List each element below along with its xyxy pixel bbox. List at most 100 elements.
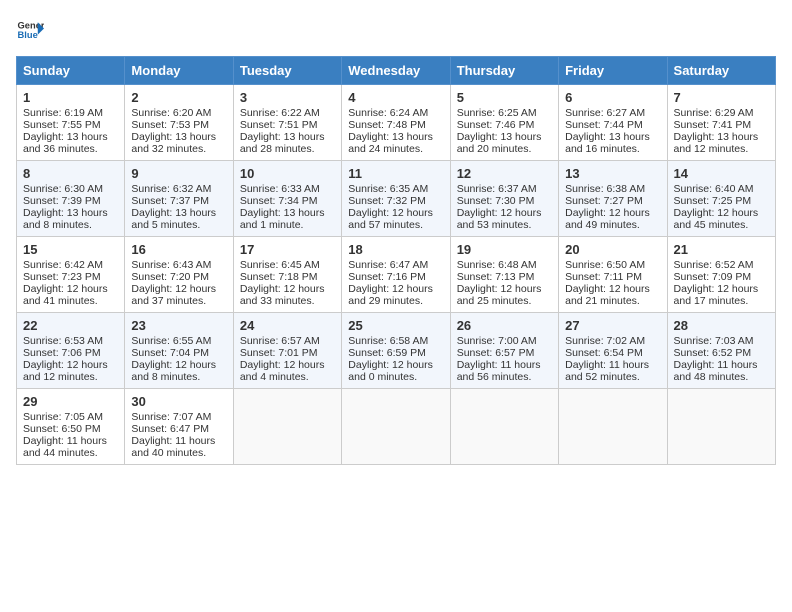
day-number: 7 bbox=[674, 90, 769, 105]
cell-text: and 0 minutes. bbox=[348, 371, 443, 383]
cell-text: and 56 minutes. bbox=[457, 371, 552, 383]
calendar-cell: 13Sunrise: 6:38 AMSunset: 7:27 PMDayligh… bbox=[559, 161, 667, 237]
cell-text: Daylight: 12 hours bbox=[23, 359, 118, 371]
cell-text: Daylight: 13 hours bbox=[240, 207, 335, 219]
cell-text: and 20 minutes. bbox=[457, 143, 552, 155]
cell-text: Sunset: 7:23 PM bbox=[23, 271, 118, 283]
cell-text: Daylight: 12 hours bbox=[348, 207, 443, 219]
cell-text: Sunset: 7:27 PM bbox=[565, 195, 660, 207]
cell-text: and 5 minutes. bbox=[131, 219, 226, 231]
cell-text: Sunrise: 7:07 AM bbox=[131, 411, 226, 423]
day-number: 12 bbox=[457, 166, 552, 181]
cell-text: Daylight: 12 hours bbox=[131, 283, 226, 295]
cell-text: Sunset: 7:01 PM bbox=[240, 347, 335, 359]
cell-text: Daylight: 13 hours bbox=[23, 207, 118, 219]
day-number: 8 bbox=[23, 166, 118, 181]
day-number: 1 bbox=[23, 90, 118, 105]
cell-text: Daylight: 12 hours bbox=[674, 207, 769, 219]
cell-text: and 16 minutes. bbox=[565, 143, 660, 155]
day-number: 4 bbox=[348, 90, 443, 105]
cell-text: and 21 minutes. bbox=[565, 295, 660, 307]
cell-text: Sunrise: 7:03 AM bbox=[674, 335, 769, 347]
cell-text: Sunrise: 6:43 AM bbox=[131, 259, 226, 271]
cell-text: Sunset: 7:53 PM bbox=[131, 119, 226, 131]
cell-text: Sunset: 7:34 PM bbox=[240, 195, 335, 207]
calendar-week-1: 1Sunrise: 6:19 AMSunset: 7:55 PMDaylight… bbox=[17, 85, 776, 161]
cell-text: Sunset: 7:11 PM bbox=[565, 271, 660, 283]
cell-text: and 24 minutes. bbox=[348, 143, 443, 155]
weekday-header-sunday: Sunday bbox=[17, 57, 125, 85]
calendar-cell: 14Sunrise: 6:40 AMSunset: 7:25 PMDayligh… bbox=[667, 161, 775, 237]
calendar-cell bbox=[667, 389, 775, 465]
cell-text: Daylight: 12 hours bbox=[348, 283, 443, 295]
cell-text: and 32 minutes. bbox=[131, 143, 226, 155]
cell-text: and 33 minutes. bbox=[240, 295, 335, 307]
weekday-header-monday: Monday bbox=[125, 57, 233, 85]
weekday-header-friday: Friday bbox=[559, 57, 667, 85]
calendar-cell bbox=[233, 389, 341, 465]
cell-text: Sunrise: 7:05 AM bbox=[23, 411, 118, 423]
cell-text: and 8 minutes. bbox=[131, 371, 226, 383]
cell-text: Sunset: 7:25 PM bbox=[674, 195, 769, 207]
cell-text: and 12 minutes. bbox=[674, 143, 769, 155]
cell-text: and 12 minutes. bbox=[23, 371, 118, 383]
cell-text: Sunrise: 6:47 AM bbox=[348, 259, 443, 271]
cell-text: Daylight: 12 hours bbox=[457, 283, 552, 295]
weekday-header-thursday: Thursday bbox=[450, 57, 558, 85]
calendar-cell: 20Sunrise: 6:50 AMSunset: 7:11 PMDayligh… bbox=[559, 237, 667, 313]
cell-text: Sunrise: 6:25 AM bbox=[457, 107, 552, 119]
cell-text: and 41 minutes. bbox=[23, 295, 118, 307]
cell-text: Sunrise: 6:40 AM bbox=[674, 183, 769, 195]
calendar-cell: 1Sunrise: 6:19 AMSunset: 7:55 PMDaylight… bbox=[17, 85, 125, 161]
day-number: 2 bbox=[131, 90, 226, 105]
calendar-cell: 11Sunrise: 6:35 AMSunset: 7:32 PMDayligh… bbox=[342, 161, 450, 237]
day-number: 3 bbox=[240, 90, 335, 105]
calendar-week-4: 22Sunrise: 6:53 AMSunset: 7:06 PMDayligh… bbox=[17, 313, 776, 389]
calendar-cell: 17Sunrise: 6:45 AMSunset: 7:18 PMDayligh… bbox=[233, 237, 341, 313]
day-number: 20 bbox=[565, 242, 660, 257]
day-number: 28 bbox=[674, 318, 769, 333]
cell-text: Sunrise: 6:50 AM bbox=[565, 259, 660, 271]
cell-text: Sunset: 6:59 PM bbox=[348, 347, 443, 359]
calendar-cell: 16Sunrise: 6:43 AMSunset: 7:20 PMDayligh… bbox=[125, 237, 233, 313]
cell-text: Sunrise: 6:33 AM bbox=[240, 183, 335, 195]
day-number: 24 bbox=[240, 318, 335, 333]
svg-text:Blue: Blue bbox=[18, 30, 38, 40]
cell-text: Daylight: 13 hours bbox=[565, 131, 660, 143]
calendar-cell: 29Sunrise: 7:05 AMSunset: 6:50 PMDayligh… bbox=[17, 389, 125, 465]
day-number: 17 bbox=[240, 242, 335, 257]
cell-text: Daylight: 11 hours bbox=[131, 435, 226, 447]
cell-text: and 57 minutes. bbox=[348, 219, 443, 231]
cell-text: Daylight: 12 hours bbox=[348, 359, 443, 371]
calendar-cell: 27Sunrise: 7:02 AMSunset: 6:54 PMDayligh… bbox=[559, 313, 667, 389]
day-number: 30 bbox=[131, 394, 226, 409]
cell-text: Sunset: 7:16 PM bbox=[348, 271, 443, 283]
calendar-cell: 7Sunrise: 6:29 AMSunset: 7:41 PMDaylight… bbox=[667, 85, 775, 161]
calendar-cell: 2Sunrise: 6:20 AMSunset: 7:53 PMDaylight… bbox=[125, 85, 233, 161]
calendar-cell bbox=[559, 389, 667, 465]
calendar-cell: 5Sunrise: 6:25 AMSunset: 7:46 PMDaylight… bbox=[450, 85, 558, 161]
cell-text: Sunset: 6:54 PM bbox=[565, 347, 660, 359]
cell-text: and 1 minute. bbox=[240, 219, 335, 231]
cell-text: and 45 minutes. bbox=[674, 219, 769, 231]
calendar-week-2: 8Sunrise: 6:30 AMSunset: 7:39 PMDaylight… bbox=[17, 161, 776, 237]
cell-text: Sunrise: 6:30 AM bbox=[23, 183, 118, 195]
calendar-cell: 4Sunrise: 6:24 AMSunset: 7:48 PMDaylight… bbox=[342, 85, 450, 161]
cell-text: Daylight: 11 hours bbox=[23, 435, 118, 447]
day-number: 6 bbox=[565, 90, 660, 105]
cell-text: and 40 minutes. bbox=[131, 447, 226, 459]
cell-text: Sunrise: 6:27 AM bbox=[565, 107, 660, 119]
cell-text: Sunrise: 6:42 AM bbox=[23, 259, 118, 271]
cell-text: and 4 minutes. bbox=[240, 371, 335, 383]
logo-icon: General Blue bbox=[16, 16, 44, 44]
calendar-cell: 3Sunrise: 6:22 AMSunset: 7:51 PMDaylight… bbox=[233, 85, 341, 161]
cell-text: and 48 minutes. bbox=[674, 371, 769, 383]
day-number: 27 bbox=[565, 318, 660, 333]
cell-text: Sunrise: 6:19 AM bbox=[23, 107, 118, 119]
calendar-week-3: 15Sunrise: 6:42 AMSunset: 7:23 PMDayligh… bbox=[17, 237, 776, 313]
weekday-header-tuesday: Tuesday bbox=[233, 57, 341, 85]
page-header: General Blue bbox=[16, 16, 776, 44]
cell-text: Daylight: 12 hours bbox=[457, 207, 552, 219]
calendar-cell: 21Sunrise: 6:52 AMSunset: 7:09 PMDayligh… bbox=[667, 237, 775, 313]
day-number: 16 bbox=[131, 242, 226, 257]
